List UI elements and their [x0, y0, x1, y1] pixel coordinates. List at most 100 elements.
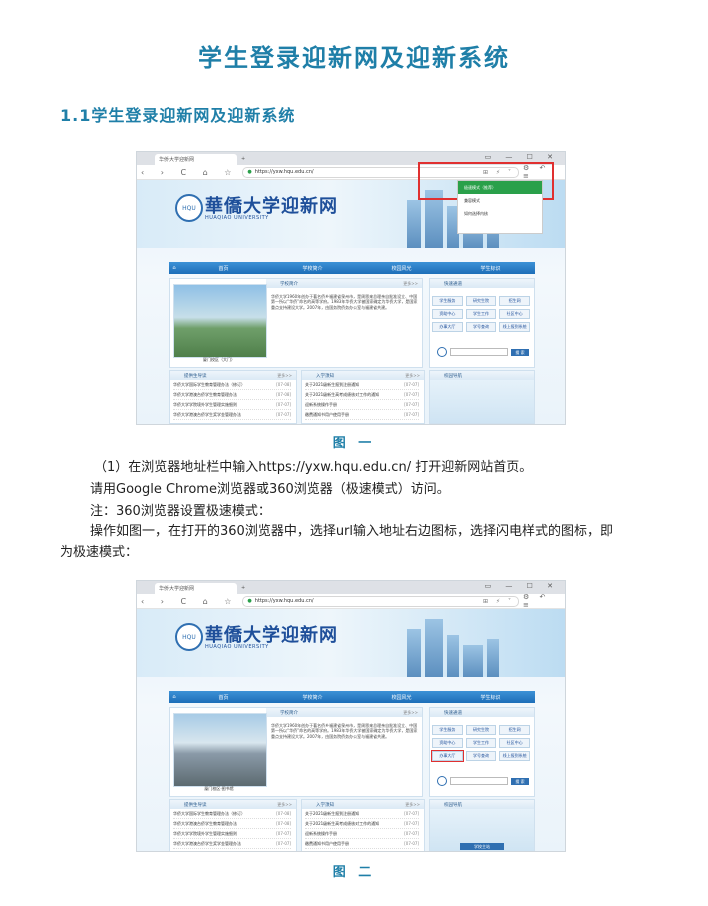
window-controls[interactable]: ▭ — ☐ ✕ — [485, 153, 559, 161]
list-item[interactable]: 关于2021级新生高考成绩核对工作的通知 [07-07] — [305, 390, 419, 400]
quick-button[interactable]: 学生服务 — [432, 725, 463, 735]
quick-button[interactable]: 学生工作 — [465, 738, 497, 748]
quick-button[interactable]: 社区中心 — [499, 738, 530, 748]
nav-buttons[interactable]: ‹ › C ⌂ ☆ — [141, 597, 238, 606]
figure2-caption: 图 二 — [332, 865, 376, 880]
quick-button[interactable]: 招生网 — [499, 296, 530, 306]
quick-button[interactable]: 学号查询 — [465, 322, 497, 332]
kernel-switch-icon[interactable]: ⊞ ⚡ ˅ — [483, 598, 514, 605]
news2-more-link[interactable]: 更多>> — [405, 373, 420, 379]
nav-campus[interactable]: 校园风光 — [357, 694, 446, 701]
new-tab-icon[interactable]: + — [241, 156, 245, 162]
news2-head-label: 入学须知 — [316, 373, 334, 379]
list-item[interactable]: 华侨大学国际学生教育管理办法（修订） [07-08] — [173, 380, 291, 390]
list-item[interactable]: 缴费通知书用户使用手册 [07-07] — [305, 839, 419, 849]
window-controls[interactable]: ▭ — ☐ ✕ — [485, 582, 559, 590]
quick-button[interactable]: 学号查询 — [465, 751, 497, 761]
new-tab-icon[interactable]: + — [241, 585, 245, 591]
list-item[interactable]: 关于2021级新生高考成绩核对工作的通知 [07-07] — [305, 819, 419, 829]
nav-intro[interactable]: 学校简介 — [268, 265, 357, 272]
nav-intro[interactable]: 学校简介 — [268, 694, 357, 701]
address-bar[interactable]: ● https://yxw.hqu.edu.cn/ ⊞ ⚡ ˅ — [242, 595, 519, 607]
site-search: 搜 索 — [437, 776, 529, 786]
nav-identity[interactable]: 学生标识 — [446, 694, 535, 701]
news1-list: 华侨大学国际学生教育管理办法（修订） [07-08] 华侨大学港澳台侨学生教育管理… — [173, 809, 291, 849]
campus-map-link[interactable]: 学校主站 — [460, 843, 504, 850]
quick-buttons: 学生服务 研究生院 招生网 资助中心 学生工作 社区中心 办事大厅 学号查询 线… — [432, 296, 530, 332]
popup-item-help[interactable]: 如何选择内核 — [458, 207, 542, 220]
intro-more-link[interactable]: 更多>> — [403, 710, 418, 716]
home-icon: ⌂ — [172, 694, 176, 700]
news1-more-link[interactable]: 更多>> — [277, 802, 292, 808]
tab-title: 华侨大学迎新网 — [159, 157, 195, 163]
quick-button[interactable]: 学生服务 — [432, 296, 463, 306]
site-logo-en: HUAQIAO UNIVERSITY — [205, 215, 269, 221]
quick-button[interactable]: 社区中心 — [499, 309, 530, 319]
nav-campus[interactable]: 校园风光 — [357, 265, 446, 272]
photo-caption: 厦门校区（大门） — [203, 357, 235, 362]
news2-more-link[interactable]: 更多>> — [405, 802, 420, 808]
search-input[interactable] — [450, 348, 508, 356]
news1-list: 华侨大学国际学生教育管理办法（修订） [07-08] 华侨大学港澳台侨学生教育管理… — [173, 380, 291, 420]
search-input[interactable] — [450, 777, 508, 785]
browser-tab[interactable]: 华侨大学迎新网 — [155, 583, 237, 594]
tab-bar: 华侨大学迎新网 + ▭ — ☐ ✕ — [137, 581, 565, 594]
news1-head: 提供生导读 更多>> — [170, 800, 296, 809]
quick-head: 快速通道 — [430, 279, 534, 288]
list-item[interactable]: 华侨大学港澳台侨学生教育管理办法 [07-08] — [173, 819, 291, 829]
list-item[interactable]: 华侨大学港澳台侨学生奖学金管理办法 [07-07] — [173, 410, 291, 420]
nav-identity[interactable]: 学生标识 — [446, 265, 535, 272]
url-text: https://yxw.hqu.edu.cn/ — [254, 169, 314, 175]
news1-head-label: 提供生导读 — [184, 373, 207, 379]
nav-home[interactable]: 首页 — [179, 265, 268, 272]
nav-buttons[interactable]: ‹ › C ⌂ ☆ — [141, 168, 238, 177]
site-search: 搜 索 — [437, 347, 529, 357]
popup-item-speed[interactable]: 极速模式（推荐） — [458, 181, 542, 194]
quick-button[interactable]: 研究生院 — [465, 296, 497, 306]
intro-more-link[interactable]: 更多>> — [403, 281, 418, 287]
quick-button[interactable]: 办事大厅 — [432, 322, 463, 332]
list-item[interactable]: 关于2021级新生报到注册通知 [07-07] — [305, 380, 419, 390]
news2-list: 关于2021级新生报到注册通知 [07-07] 关于2021级新生高考成绩核对工作… — [305, 809, 419, 849]
popup-item-compat[interactable]: 兼容模式 — [458, 194, 542, 207]
news2-head: 入学须知 更多>> — [302, 371, 424, 380]
list-item[interactable]: 华侨大学港澳台侨学生奖学金管理办法 [07-07] — [173, 839, 291, 849]
list-item[interactable]: 华侨大学学院境外学生管理实施细则 [07-07] — [173, 829, 291, 839]
list-item[interactable]: 缴费通知书用户使用手册 [07-07] — [305, 410, 419, 420]
search-button[interactable]: 搜 索 — [511, 348, 529, 356]
list-item[interactable]: 华侨大学国际学生教育管理办法（修订） [07-08] — [173, 809, 291, 819]
quick-button[interactable]: 线上报到系统 — [499, 322, 530, 332]
nav-home[interactable]: 首页 — [179, 694, 268, 701]
university-seal-icon: HQU — [175, 194, 203, 222]
quick-button-hall[interactable]: 办事大厅 — [431, 750, 464, 762]
quick-button[interactable]: 资助中心 — [432, 309, 463, 319]
lock-icon: ● — [247, 169, 252, 175]
quick-button[interactable]: 资助中心 — [432, 738, 463, 748]
list-item[interactable]: 迎新系统操作手册 [07-07] — [305, 829, 419, 839]
quick-button[interactable]: 研究生院 — [465, 725, 497, 735]
figure1-caption: 图 一 — [332, 436, 376, 451]
browser-tab[interactable]: 华侨大学迎新网 — [155, 154, 237, 165]
browser-screenshot-2: 华侨大学迎新网 + ▭ — ☐ ✕ ‹ › C ⌂ ☆ ● https://yx… — [136, 580, 566, 852]
intro-head-label: 学校简介 — [280, 710, 298, 716]
quick-button[interactable]: 线上报到系统 — [499, 751, 530, 761]
list-item[interactable]: 华侨大学港澳台侨学生教育管理办法 [07-08] — [173, 390, 291, 400]
browser-tools[interactable]: ⚙ ↶ ≡ — [523, 593, 565, 609]
campus-panel: 校园导航 — [429, 370, 535, 424]
paragraph-1: （1）在浏览器地址栏中输入https://yxw.hqu.edu.cn/ 打开迎… — [94, 460, 533, 475]
campus-panel: 校园导航 学校主站 — [429, 799, 535, 851]
intro-head: 学校简介 更多>> — [266, 279, 422, 288]
home-icon: ⌂ — [172, 265, 176, 271]
browser-screenshot-1: 华侨大学迎新网 + ▭ — ☐ ✕ ‹ › C ⌂ ☆ ● https://yx… — [136, 151, 566, 425]
list-item[interactable]: 关于2021级新生报到注册通知 [07-07] — [305, 809, 419, 819]
campus-photo[interactable] — [173, 713, 267, 787]
list-item[interactable]: 迎新系统操作手册 [07-07] — [305, 400, 419, 410]
paragraph-3: 注：360浏览器设置极速模式： — [90, 504, 271, 519]
campus-head: 校园导航 — [430, 371, 534, 380]
campus-photo[interactable] — [173, 284, 267, 358]
quick-button[interactable]: 招生网 — [499, 725, 530, 735]
news1-more-link[interactable]: 更多>> — [277, 373, 292, 379]
quick-button[interactable]: 学生工作 — [465, 309, 497, 319]
list-item[interactable]: 华侨大学学院境外学生管理实施细则 [07-07] — [173, 400, 291, 410]
search-button[interactable]: 搜 索 — [511, 777, 529, 785]
